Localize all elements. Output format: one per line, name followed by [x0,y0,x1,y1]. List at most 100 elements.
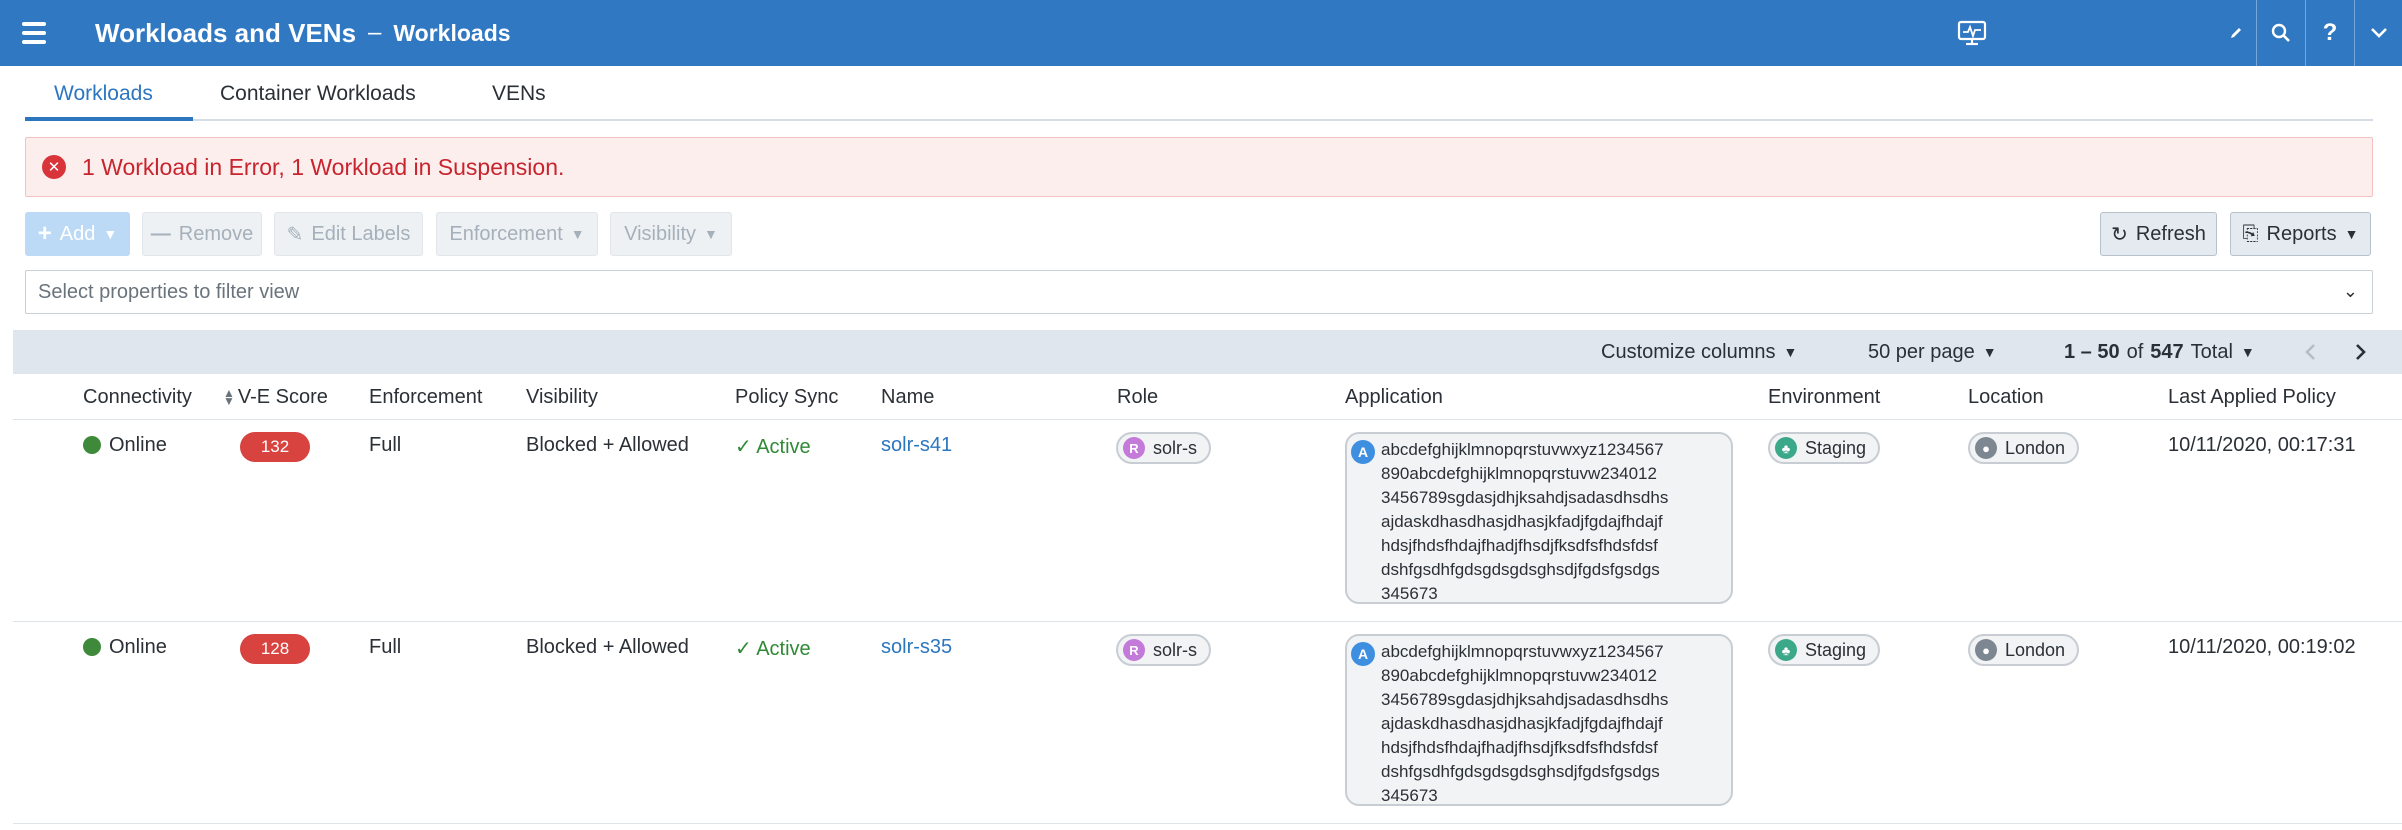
ve-score-badge: 132 [240,432,310,462]
enforcement-dropdown[interactable]: Enforcement ▼ [436,212,598,256]
header-divider [2305,0,2306,66]
workload-name-link[interactable]: solr-s41 [881,434,952,457]
menu-icon[interactable] [22,22,46,44]
filter-placeholder: Select properties to filter view [38,280,300,303]
column-header-visibility[interactable]: Visibility [526,374,598,420]
chevron-down-icon: ▼ [570,226,585,242]
refresh-label: Refresh [2135,222,2206,245]
last-applied-policy-cell: 10/11/2020, 00:17:31 [2168,434,2356,456]
column-header-ve-score[interactable]: ▲ ▼ V-E Score [223,374,328,420]
table-header: Connectivity ▲ ▼ V-E Score Enforcement Vi… [13,374,2402,420]
tab-container-workloads[interactable]: Container Workloads [220,66,416,121]
application-text: abcdefghijklmnopqrstuvwxyz1234567 [1381,642,1664,661]
page-subtitle: Workloads [393,19,511,46]
customize-columns-dropdown[interactable]: Customize columns ▼ [1601,330,1797,374]
title-separator: – [368,19,382,46]
location-cell: ● London [1968,432,2080,464]
add-button[interactable]: + Add ▼ [25,212,130,256]
application-text: 3456789sgdasjdhjksahdjsadasdhsdhs [1381,690,1669,709]
role-label-pill[interactable]: R solr-s [1116,432,1211,464]
application-label-pill[interactable]: A abcdefghijklmnopqrstuvwxyz1234567 890a… [1345,432,1733,604]
chevron-down-icon: ▼ [2344,226,2359,242]
edit-labels-label: Edit Labels [311,222,411,245]
search-icon[interactable] [2266,0,2296,66]
policy-sync-label: Active [756,638,811,660]
per-page-dropdown[interactable]: 50 per page ▼ [1868,330,1997,374]
enforcement-cell: Full [369,434,402,456]
column-header-policy-sync[interactable]: Policy Sync [735,374,838,420]
reports-dropdown[interactable]: ⎘ Reports ▼ [2230,212,2371,256]
role-cell: R solr-s [1116,634,1211,666]
online-status-icon [83,436,101,454]
table-row[interactable]: Online 132 Full Blocked + Allowed ✓ Acti… [13,420,2402,622]
role-label: solr-s [1153,639,1197,660]
enforcement-label: Enforcement [449,222,563,245]
monitor-icon[interactable] [1954,0,1990,66]
pencil-icon[interactable] [2224,0,2248,66]
visibility-label: Visibility [624,222,696,245]
refresh-button[interactable]: ↻ Refresh [2100,212,2217,256]
column-header-enforcement[interactable]: Enforcement [369,374,482,420]
application-text: hdsjfhdsfhdajfhadjfhsdjfksdfsfhdsfdsf [1381,536,1658,555]
help-icon[interactable]: ? [2315,0,2345,66]
location-label-pill[interactable]: ● London [1968,634,2080,666]
policy-sync-cell: ✓ Active [735,434,811,459]
location-pin-icon: ● [1975,639,1997,661]
role-icon: R [1123,639,1145,661]
column-header-role[interactable]: Role [1117,374,1158,420]
column-header-connectivity[interactable]: Connectivity [83,374,192,420]
error-message: 1 Workload in Error, 1 Workload in Suspe… [82,153,565,180]
filter-input[interactable]: Select properties to filter view ⌄ [25,270,2373,314]
column-header-location[interactable]: Location [1968,374,2044,420]
role-label-pill[interactable]: R solr-s [1116,634,1211,666]
role-label: solr-s [1153,437,1197,458]
workload-name-link[interactable]: solr-s35 [881,636,952,659]
ve-score-cell: 128 [240,634,310,664]
environment-cell: ♣ Staging [1768,634,1881,666]
chevron-down-icon: ▼ [704,226,718,242]
visibility-cell: Blocked + Allowed [526,434,689,456]
location-label-pill[interactable]: ● London [1968,432,2080,464]
column-header-last-applied-policy[interactable]: Last Applied Policy [2168,374,2336,420]
application-label-pill[interactable]: A abcdefghijklmnopqrstuvwxyz1234567 890a… [1345,634,1733,806]
application-text: abcdefghijklmnopqrstuvwxyz1234567 [1381,440,1664,459]
page-range-dropdown[interactable]: 1 – 50 of 547 Total ▼ [2064,330,2255,374]
chevron-down-icon: ▼ [1783,344,1798,360]
column-header-application[interactable]: Application [1345,374,1443,420]
environment-label-pill[interactable]: ♣ Staging [1768,432,1881,464]
refresh-icon: ↻ [2111,223,2128,246]
table-row[interactable]: Online 128 Full Blocked + Allowed ✓ Acti… [13,622,2402,824]
chevron-down-icon: ▼ [1982,344,1997,360]
application-text: hdsjfhdsfhdajfhadjfhsdjfksdfsfhdsfdsf [1381,738,1658,757]
total-label: Total [2190,340,2233,363]
visibility-dropdown[interactable]: Visibility ▼ [610,212,732,256]
pagination-bar: Customize columns ▼ 50 per page ▼ 1 – 50… [13,330,2402,374]
tab-vens[interactable]: VENs [492,66,546,121]
connectivity-label: Online [109,434,167,456]
page-range: 1 – 50 [2064,340,2120,363]
next-page-button[interactable] [2354,330,2368,374]
edit-labels-button[interactable]: ✎ Edit Labels [274,212,423,256]
header-divider [2354,0,2355,66]
location-label: London [2005,437,2066,458]
tab-bar: Workloads Container Workloads VENs [25,66,2373,121]
prev-page-button[interactable] [2303,330,2317,374]
remove-label: Remove [178,222,254,245]
remove-button[interactable]: — Remove [142,212,262,256]
chevron-down-icon: ▼ [103,226,118,242]
total-count: 547 [2150,340,2184,363]
column-header-name[interactable]: Name [881,374,934,420]
application-text: dshfgsdhfgdsgdsgdsghsdjfgdsfgsdgs [1381,560,1660,579]
online-status-icon [83,638,101,656]
policy-sync-cell: ✓ Active [735,636,811,661]
policy-sync-label: Active [756,436,811,458]
tab-workloads[interactable]: Workloads [54,66,153,121]
chevron-down-icon[interactable]: ⌄ [2343,281,2358,302]
role-icon: R [1123,437,1145,459]
environment-label-pill[interactable]: ♣ Staging [1768,634,1881,666]
chevron-down-icon[interactable] [2364,0,2394,66]
application-text: 890abcdefghijklmnopqrstuvw234012 [1381,666,1657,685]
column-header-environment[interactable]: Environment [1768,374,1880,420]
ve-score-badge: 128 [240,634,310,664]
page-title: Workloads and VENs – Workloads [95,0,511,66]
